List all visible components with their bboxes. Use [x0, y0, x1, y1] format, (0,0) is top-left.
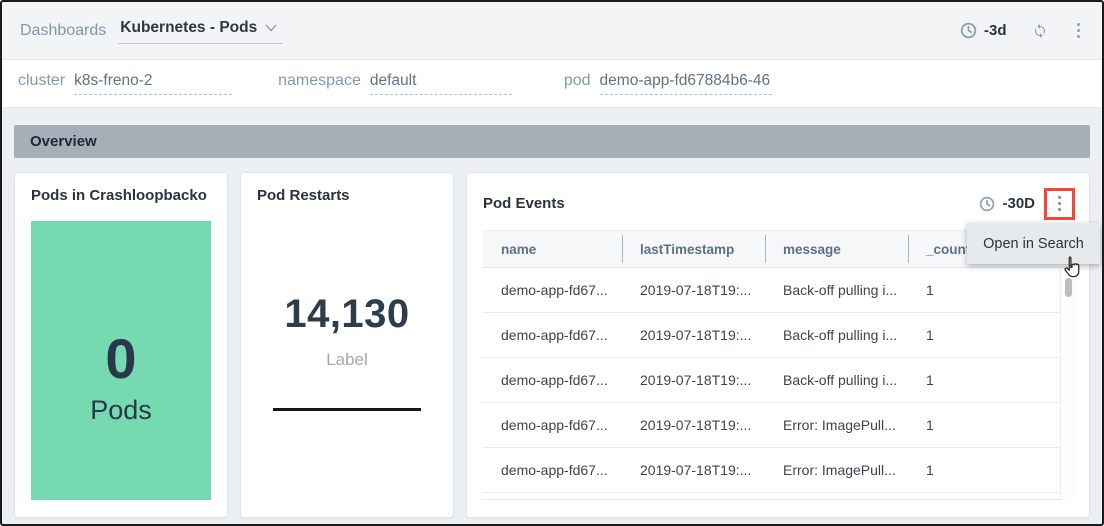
cell-message: Error: ImagePull... [765, 462, 908, 478]
single-value-green-box: 0 Pods [31, 221, 211, 500]
panel-pod-events-title: Pod Events [483, 195, 565, 212]
pod-restarts-body: 14,130 Label [257, 204, 437, 411]
dashboard-selector[interactable]: Kubernetes - Pods [118, 17, 283, 44]
panel-row: Pods in Crashloopbacko 0 Pods Pod Restar… [14, 172, 1090, 518]
global-time-range-value: -3d [984, 22, 1007, 39]
cell-count: 1 [908, 417, 1075, 433]
cell-lasttimestamp: 2019-07-18T19:... [622, 417, 765, 433]
filter-cluster-input[interactable]: k8s-freno-2 [74, 72, 232, 95]
cell-lasttimestamp: 2019-07-18T19:... [622, 462, 765, 478]
column-header-name[interactable]: name [483, 231, 622, 267]
pod-events-actions: -30D [979, 188, 1075, 220]
annotation-highlight-box [1044, 188, 1075, 220]
cell-count: 1 [908, 282, 1075, 298]
cell-name: demo-app-fd67... [483, 417, 622, 433]
menu-item-open-in-search[interactable]: Open in Search [983, 236, 1084, 252]
cell-lasttimestamp: 2019-07-18T19:... [622, 282, 765, 298]
pod-restarts-label: Label [326, 350, 368, 370]
panel-kebab-menu-icon[interactable] [1054, 194, 1066, 214]
cell-message: Error: ImagePull... [765, 417, 908, 433]
global-time-range-picker[interactable]: -3d [960, 22, 1007, 39]
cell-count: 1 [908, 327, 1075, 343]
panel-time-range-value: -30D [1002, 195, 1035, 212]
table-row[interactable]: demo-app-fd67... 2019-07-18T19:... Back-… [483, 313, 1075, 358]
pod-events-table: name lastTimestamp message _count demo-a… [483, 230, 1075, 500]
section-header-overview: Overview [14, 125, 1090, 158]
filter-cluster-label: cluster [18, 72, 65, 90]
pod-events-header: Pod Events -30D [483, 187, 1075, 220]
column-header-lasttimestamp[interactable]: lastTimestamp [622, 231, 765, 267]
cell-name: demo-app-fd67... [483, 327, 622, 343]
table-row-partial [483, 493, 1075, 500]
panel-pods-crashloop-title: Pods in Crashloopbacko [31, 187, 211, 204]
top-bar: Dashboards Kubernetes - Pods -3d [2, 2, 1102, 60]
app-label: Dashboards [20, 22, 106, 40]
scrollbar-thumb[interactable] [1065, 278, 1072, 297]
filter-pod-input[interactable]: demo-app-fd67884b6-46 [600, 72, 772, 95]
panel-pods-crashloop: Pods in Crashloopbacko 0 Pods [14, 172, 228, 518]
cell-name: demo-app-fd67... [483, 372, 622, 388]
cell-message: Back-off pulling i... [765, 372, 908, 388]
context-menu: Open in Search [967, 223, 1100, 264]
cell-lasttimestamp: 2019-07-18T19:... [622, 327, 765, 343]
refresh-icon[interactable] [1031, 22, 1049, 40]
dashboard-screen: Dashboards Kubernetes - Pods -3d [0, 0, 1104, 526]
kebab-menu-icon[interactable] [1073, 21, 1085, 41]
table-row[interactable]: demo-app-fd67... 2019-07-18T19:... Back-… [483, 268, 1075, 313]
clock-icon [960, 22, 977, 39]
filter-namespace-label: namespace [278, 72, 361, 90]
crashloop-unit: Pods [90, 395, 152, 426]
panel-time-range-picker[interactable]: -30D [979, 195, 1035, 212]
cell-name: demo-app-fd67... [483, 282, 622, 298]
filter-cluster: cluster k8s-freno-2 [18, 72, 232, 95]
table-row[interactable]: demo-app-fd67... 2019-07-18T19:... Back-… [483, 358, 1075, 403]
column-header-message[interactable]: message [765, 231, 908, 267]
cell-count: 1 [908, 462, 1075, 478]
cell-message: Back-off pulling i... [765, 282, 908, 298]
sparkline [273, 408, 421, 411]
crashloop-value: 0 [105, 331, 136, 387]
section-title: Overview [30, 133, 97, 150]
filter-namespace-input[interactable]: default [370, 72, 512, 95]
filter-namespace: namespace default [278, 72, 512, 95]
table-scrollbar[interactable] [1060, 269, 1075, 500]
pod-restarts-value: 14,130 [284, 292, 409, 337]
cell-count: 1 [908, 372, 1075, 388]
panel-pod-restarts: Pod Restarts 14,130 Label [240, 172, 454, 518]
filter-pod: pod demo-app-fd67884b6-46 [564, 72, 772, 95]
table-row[interactable]: demo-app-fd67... 2019-07-18T19:... Error… [483, 403, 1075, 448]
filter-pod-label: pod [564, 72, 591, 90]
dashboard-title: Kubernetes - Pods [120, 19, 257, 37]
top-bar-actions: -3d [960, 21, 1084, 41]
table-row[interactable]: demo-app-fd67... 2019-07-18T19:... Error… [483, 448, 1075, 493]
filter-bar: cluster k8s-freno-2 namespace default po… [2, 60, 1102, 108]
cell-message: Back-off pulling i... [765, 327, 908, 343]
clock-icon [979, 196, 995, 212]
cell-name: demo-app-fd67... [483, 462, 622, 478]
chevron-down-icon [265, 24, 277, 32]
cell-lasttimestamp: 2019-07-18T19:... [622, 372, 765, 388]
panel-pod-restarts-title: Pod Restarts [257, 187, 437, 204]
